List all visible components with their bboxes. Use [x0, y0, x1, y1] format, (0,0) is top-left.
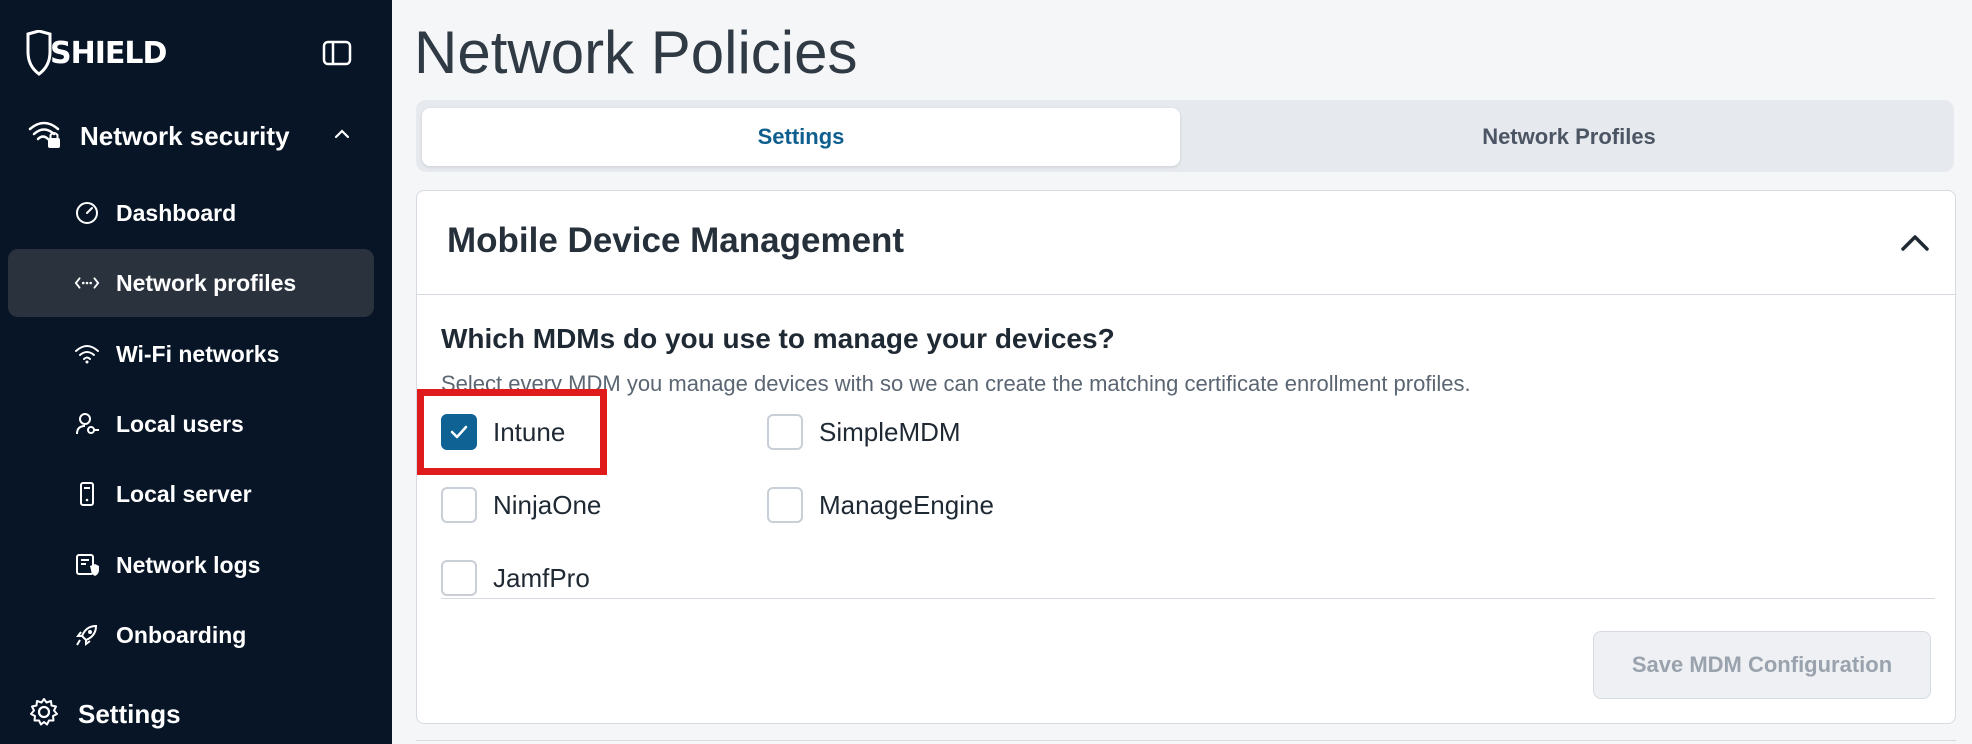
sidebar-item-label: Settings [78, 699, 181, 729]
tab-bar: Settings Network Profiles [416, 100, 1954, 172]
mdm-card: Mobile Device Management Which MDMs do y… [416, 190, 1956, 724]
sidebar-item-label: Wi-Fi networks [116, 340, 280, 367]
main-content: Network Policies Settings Network Profil… [392, 0, 1972, 744]
sidebar-item-label: Local server [116, 480, 252, 507]
mdm-option-jamfpro[interactable]: JamfPro [441, 560, 590, 596]
chevron-up-icon[interactable] [332, 124, 352, 149]
nav-section-network-security[interactable]: Network security [28, 116, 358, 156]
sidebar: SHIELD Network security Dashboard Networ… [0, 0, 392, 744]
gauge-icon [74, 200, 100, 226]
wifi-icon [74, 341, 100, 367]
logo: SHIELD [24, 30, 167, 76]
collapse-button[interactable] [1895, 223, 1935, 263]
mdm-option-label: ManageEngine [819, 489, 994, 520]
logo-text: SHIELD [50, 35, 167, 71]
mdm-question: Which MDMs do you use to manage your dev… [441, 323, 1115, 354]
sidebar-item-label: Local users [116, 410, 244, 437]
sidebar-item-label: Network profiles [116, 269, 297, 296]
check-icon [450, 425, 468, 439]
sidebar-item-local-server[interactable]: Local server [8, 460, 374, 528]
card-title: Mobile Device Management [447, 221, 905, 260]
sidebar-item-local-users[interactable]: Local users [8, 390, 374, 458]
server-phone-icon [74, 481, 100, 507]
mdm-option-simplemdm[interactable]: SimpleMDM [767, 414, 961, 450]
mdm-option-label: Intune [493, 416, 566, 447]
checkbox-checked[interactable] [441, 414, 477, 450]
checkbox-unchecked[interactable] [441, 487, 477, 523]
sidebar-item-wifi-networks[interactable]: Wi-Fi networks [8, 320, 374, 388]
mdm-option-label: SimpleMDM [819, 416, 961, 447]
arrows-dots-icon [74, 270, 100, 296]
mdm-option-intune[interactable]: Intune [441, 414, 565, 450]
mdm-option-manageengine[interactable]: ManageEngine [767, 487, 994, 523]
sidebar-item-label: Network logs [116, 551, 261, 578]
wifi-lock-icon [28, 119, 62, 154]
rocket-icon [74, 622, 100, 648]
next-card-edge [416, 740, 1956, 744]
divider [441, 598, 1935, 599]
sidebar-item-label: Dashboard [116, 199, 237, 226]
mdm-option-ninjaone[interactable]: NinjaOne [441, 487, 601, 523]
chevron-up-icon [1901, 235, 1929, 251]
page-title: Network Policies [414, 19, 858, 86]
sidebar-item-label: Onboarding [116, 621, 247, 648]
checkbox-unchecked[interactable] [441, 560, 477, 596]
sidebar-item-onboarding[interactable]: Onboarding [8, 601, 374, 669]
user-key-icon [74, 411, 100, 437]
sidebar-toggle-icon[interactable] [322, 40, 352, 66]
sidebar-item-network-profiles[interactable]: Network profiles [8, 249, 374, 317]
sidebar-item-dashboard[interactable]: Dashboard [8, 179, 374, 247]
card-header: Mobile Device Management [417, 191, 1955, 295]
nav-section-label: Network security [80, 120, 290, 151]
tab-settings[interactable]: Settings [422, 108, 1180, 166]
gear-icon [28, 696, 60, 733]
mdm-option-label: NinjaOne [493, 489, 602, 520]
tab-network-profiles[interactable]: Network Profiles [1190, 108, 1948, 166]
checkbox-unchecked[interactable] [767, 487, 803, 523]
sidebar-item-network-logs[interactable]: Network logs [8, 531, 374, 599]
logs-shield-icon [74, 552, 100, 578]
mdm-option-label: JamfPro [493, 562, 590, 593]
save-mdm-button[interactable]: Save MDM Configuration [1593, 631, 1931, 699]
sidebar-item-settings[interactable]: Settings [28, 696, 181, 733]
checkbox-unchecked[interactable] [767, 414, 803, 450]
